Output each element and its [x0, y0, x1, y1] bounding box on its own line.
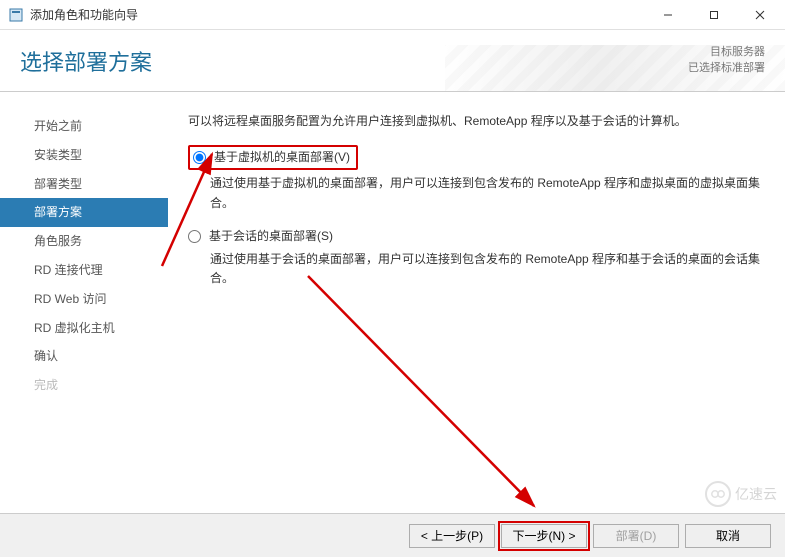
close-button[interactable]	[737, 0, 783, 30]
prev-button[interactable]: < 上一步(P)	[409, 524, 495, 548]
sidebar-item-role-services[interactable]: 角色服务	[0, 227, 168, 256]
wizard-icon	[8, 7, 24, 23]
radio-session-based-label: 基于会话的桌面部署(S)	[209, 227, 333, 246]
intro-text: 可以将远程桌面服务配置为允许用户连接到虚拟机、RemoteApp 程序以及基于会…	[188, 112, 761, 131]
window-title: 添加角色和功能向导	[30, 6, 645, 23]
radio-vm-based-row[interactable]: 基于虚拟机的桌面部署(V)	[188, 145, 358, 170]
radio-vm-based-label: 基于虚拟机的桌面部署(V)	[214, 148, 350, 167]
sidebar-item-confirm[interactable]: 确认	[0, 342, 168, 371]
option-vm-based: 基于虚拟机的桌面部署(V) 通过使用基于虚拟机的桌面部署，用户可以连接到包含发布…	[188, 145, 761, 213]
sidebar-item-before-begin[interactable]: 开始之前	[0, 112, 168, 141]
window-controls	[645, 0, 783, 30]
cancel-button[interactable]: 取消	[685, 524, 771, 548]
minimize-button[interactable]	[645, 0, 691, 30]
footer: < 上一步(P) 下一步(N) > 部署(D) 取消	[0, 513, 785, 557]
radio-session-based-row[interactable]: 基于会话的桌面部署(S)	[188, 227, 761, 246]
radio-session-based[interactable]	[188, 230, 201, 243]
sidebar-item-deploy-type[interactable]: 部署类型	[0, 170, 168, 199]
titlebar: 添加角色和功能向导	[0, 0, 785, 30]
header: 选择部署方案 目标服务器 已选择标准部署	[0, 30, 785, 92]
body: 开始之前 安装类型 部署类型 部署方案 角色服务 RD 连接代理 RD Web …	[0, 92, 785, 512]
content: 可以将远程桌面服务配置为允许用户连接到虚拟机、RemoteApp 程序以及基于会…	[168, 92, 785, 512]
sidebar-item-rd-web-access[interactable]: RD Web 访问	[0, 285, 168, 314]
sidebar-item-deploy-scheme[interactable]: 部署方案	[0, 198, 168, 227]
deploy-button: 部署(D)	[593, 524, 679, 548]
server-value: 已选择标准部署	[688, 61, 765, 76]
radio-vm-based[interactable]	[193, 151, 206, 164]
sidebar-item-finish: 完成	[0, 371, 168, 400]
option-vm-based-desc: 通过使用基于虚拟机的桌面部署，用户可以连接到包含发布的 RemoteApp 程序…	[210, 174, 761, 212]
sidebar-item-rd-virtualization-host[interactable]: RD 虚拟化主机	[0, 314, 168, 343]
option-session-based-desc: 通过使用基于会话的桌面部署，用户可以连接到包含发布的 RemoteApp 程序和…	[210, 250, 761, 288]
maximize-button[interactable]	[691, 0, 737, 30]
option-session-based: 基于会话的桌面部署(S) 通过使用基于会话的桌面部署，用户可以连接到包含发布的 …	[188, 227, 761, 289]
sidebar-item-rd-connection-broker[interactable]: RD 连接代理	[0, 256, 168, 285]
page-title: 选择部署方案	[20, 45, 152, 77]
next-button[interactable]: 下一步(N) >	[501, 524, 587, 548]
server-info: 目标服务器 已选择标准部署	[688, 45, 765, 76]
sidebar: 开始之前 安装类型 部署类型 部署方案 角色服务 RD 连接代理 RD Web …	[0, 92, 168, 512]
sidebar-item-install-type[interactable]: 安装类型	[0, 141, 168, 170]
server-label: 目标服务器	[688, 45, 765, 60]
